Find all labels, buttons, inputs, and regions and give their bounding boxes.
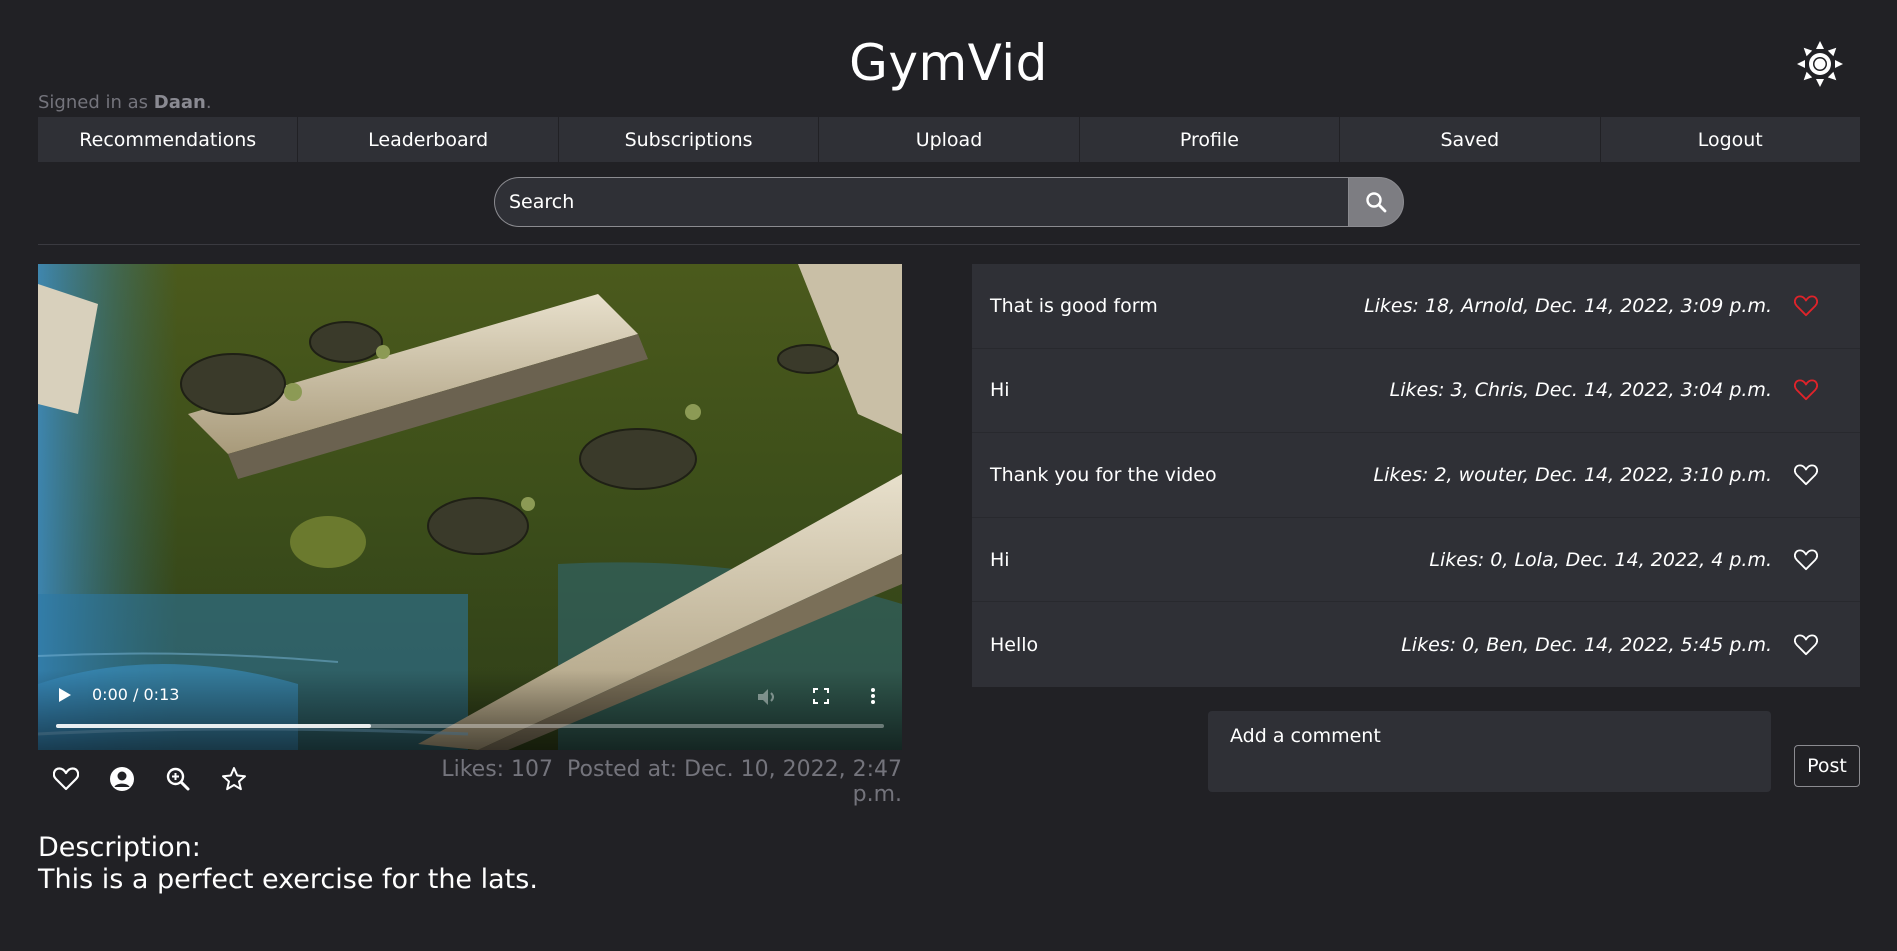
comment-item: Hi Likes: 3, Chris, Dec. 14, 2022, 3:04 … bbox=[972, 349, 1860, 434]
zoom-video-button[interactable] bbox=[164, 765, 192, 793]
comment-meta: Likes: 18, Arnold, Dec. 14, 2022, 3:09 p… bbox=[1364, 294, 1772, 317]
sun-icon bbox=[1797, 41, 1843, 87]
video-buffer-fill bbox=[56, 724, 371, 728]
video-posted-at: Posted at: Dec. 10, 2022, 2:47 p.m. bbox=[567, 757, 902, 807]
like-comment-button[interactable] bbox=[1792, 292, 1820, 320]
like-comment-button[interactable] bbox=[1792, 461, 1820, 489]
comment-meta: Likes: 2, wouter, Dec. 14, 2022, 3:10 p.… bbox=[1373, 463, 1772, 486]
video-meta: Likes: 107 Posted at: Dec. 10, 2022, 2:47… bbox=[400, 757, 902, 807]
nav-item-subscriptions[interactable]: Subscriptions bbox=[559, 117, 820, 162]
description-text: This is a perfect exercise for the lats. bbox=[38, 864, 538, 895]
more-options-button[interactable] bbox=[870, 687, 878, 707]
comment-input[interactable] bbox=[1208, 711, 1771, 792]
like-comment-button[interactable] bbox=[1792, 376, 1820, 404]
zoom-in-icon bbox=[166, 767, 190, 791]
play-button[interactable] bbox=[58, 687, 74, 705]
nav-item-leaderboard[interactable]: Leaderboard bbox=[298, 117, 559, 162]
comment-text: Thank you for the video bbox=[990, 463, 1217, 486]
post-comment-button[interactable]: Post bbox=[1794, 745, 1860, 787]
comment-text: Hi bbox=[990, 379, 1010, 402]
fullscreen-icon bbox=[813, 688, 829, 704]
user-circle-icon bbox=[110, 767, 134, 791]
comment-item: Hello Likes: 0, Ben, Dec. 14, 2022, 5:45… bbox=[972, 602, 1860, 687]
comment-text: Hi bbox=[990, 548, 1010, 571]
comment-meta: Likes: 0, Lola, Dec. 14, 2022, 4 p.m. bbox=[1429, 548, 1772, 571]
heart-icon bbox=[1794, 464, 1818, 486]
search-bar bbox=[494, 177, 1404, 227]
theme-toggle-button[interactable] bbox=[1794, 38, 1846, 90]
nav-item-recommendations[interactable]: Recommendations bbox=[38, 117, 299, 162]
comment-text: Hello bbox=[990, 633, 1039, 656]
search-button[interactable] bbox=[1348, 177, 1404, 227]
view-creator-profile-button[interactable] bbox=[108, 765, 136, 793]
more-vertical-icon bbox=[871, 688, 875, 704]
video-controls bbox=[38, 670, 902, 750]
signed-in-status: Signed in as Daan. bbox=[38, 92, 212, 113]
video-likes-count: Likes: 107 bbox=[441, 757, 554, 782]
comment-item: That is good form Likes: 18, Arnold, Dec… bbox=[972, 264, 1860, 349]
save-video-button[interactable] bbox=[220, 765, 248, 793]
nav-item-logout[interactable]: Logout bbox=[1601, 117, 1860, 162]
signed-in-suffix: . bbox=[205, 92, 212, 113]
description-label: Description: bbox=[38, 832, 201, 863]
video-player[interactable]: 0:00 / 0:13 bbox=[38, 264, 902, 750]
comment-meta: Likes: 0, Ben, Dec. 14, 2022, 5:45 p.m. bbox=[1401, 633, 1772, 656]
nav-item-upload[interactable]: Upload bbox=[819, 117, 1080, 162]
main-navbar: Recommendations Leaderboard Subscription… bbox=[38, 117, 1860, 162]
comment-text: That is good form bbox=[990, 294, 1158, 317]
video-time-display: 0:00 / 0:13 bbox=[92, 685, 180, 704]
app-title: GymVid bbox=[849, 34, 1048, 92]
comments-list: That is good form Likes: 18, Arnold, Dec… bbox=[972, 264, 1860, 687]
fullscreen-button[interactable] bbox=[813, 688, 831, 706]
signed-in-prefix: Signed in as bbox=[38, 92, 154, 113]
comment-item: Thank you for the video Likes: 2, wouter… bbox=[972, 433, 1860, 518]
heart-icon bbox=[1794, 379, 1818, 401]
like-video-button[interactable] bbox=[52, 765, 80, 793]
play-icon bbox=[59, 688, 71, 702]
heart-icon bbox=[1794, 634, 1818, 655]
comment-item: Hi Likes: 0, Lola, Dec. 14, 2022, 4 p.m. bbox=[972, 518, 1860, 603]
heart-icon bbox=[1794, 295, 1818, 316]
nav-item-profile[interactable]: Profile bbox=[1080, 117, 1341, 162]
like-comment-button[interactable] bbox=[1792, 631, 1820, 659]
heart-icon bbox=[1794, 549, 1818, 570]
video-actions bbox=[52, 765, 248, 793]
signed-in-username: Daan bbox=[153, 92, 206, 113]
heart-icon bbox=[53, 767, 79, 791]
mute-button[interactable] bbox=[756, 687, 778, 707]
nav-item-saved[interactable]: Saved bbox=[1340, 117, 1601, 162]
video-progress-bar[interactable] bbox=[56, 724, 884, 728]
star-icon bbox=[222, 767, 246, 791]
video-description: Description: This is a perfect exercise … bbox=[38, 832, 538, 896]
volume-icon bbox=[758, 689, 774, 705]
comment-meta: Likes: 3, Chris, Dec. 14, 2022, 3:04 p.m… bbox=[1389, 379, 1772, 402]
header-divider bbox=[38, 244, 1860, 245]
like-comment-button[interactable] bbox=[1792, 546, 1820, 574]
search-icon bbox=[1366, 192, 1387, 213]
search-input[interactable] bbox=[494, 177, 1348, 227]
